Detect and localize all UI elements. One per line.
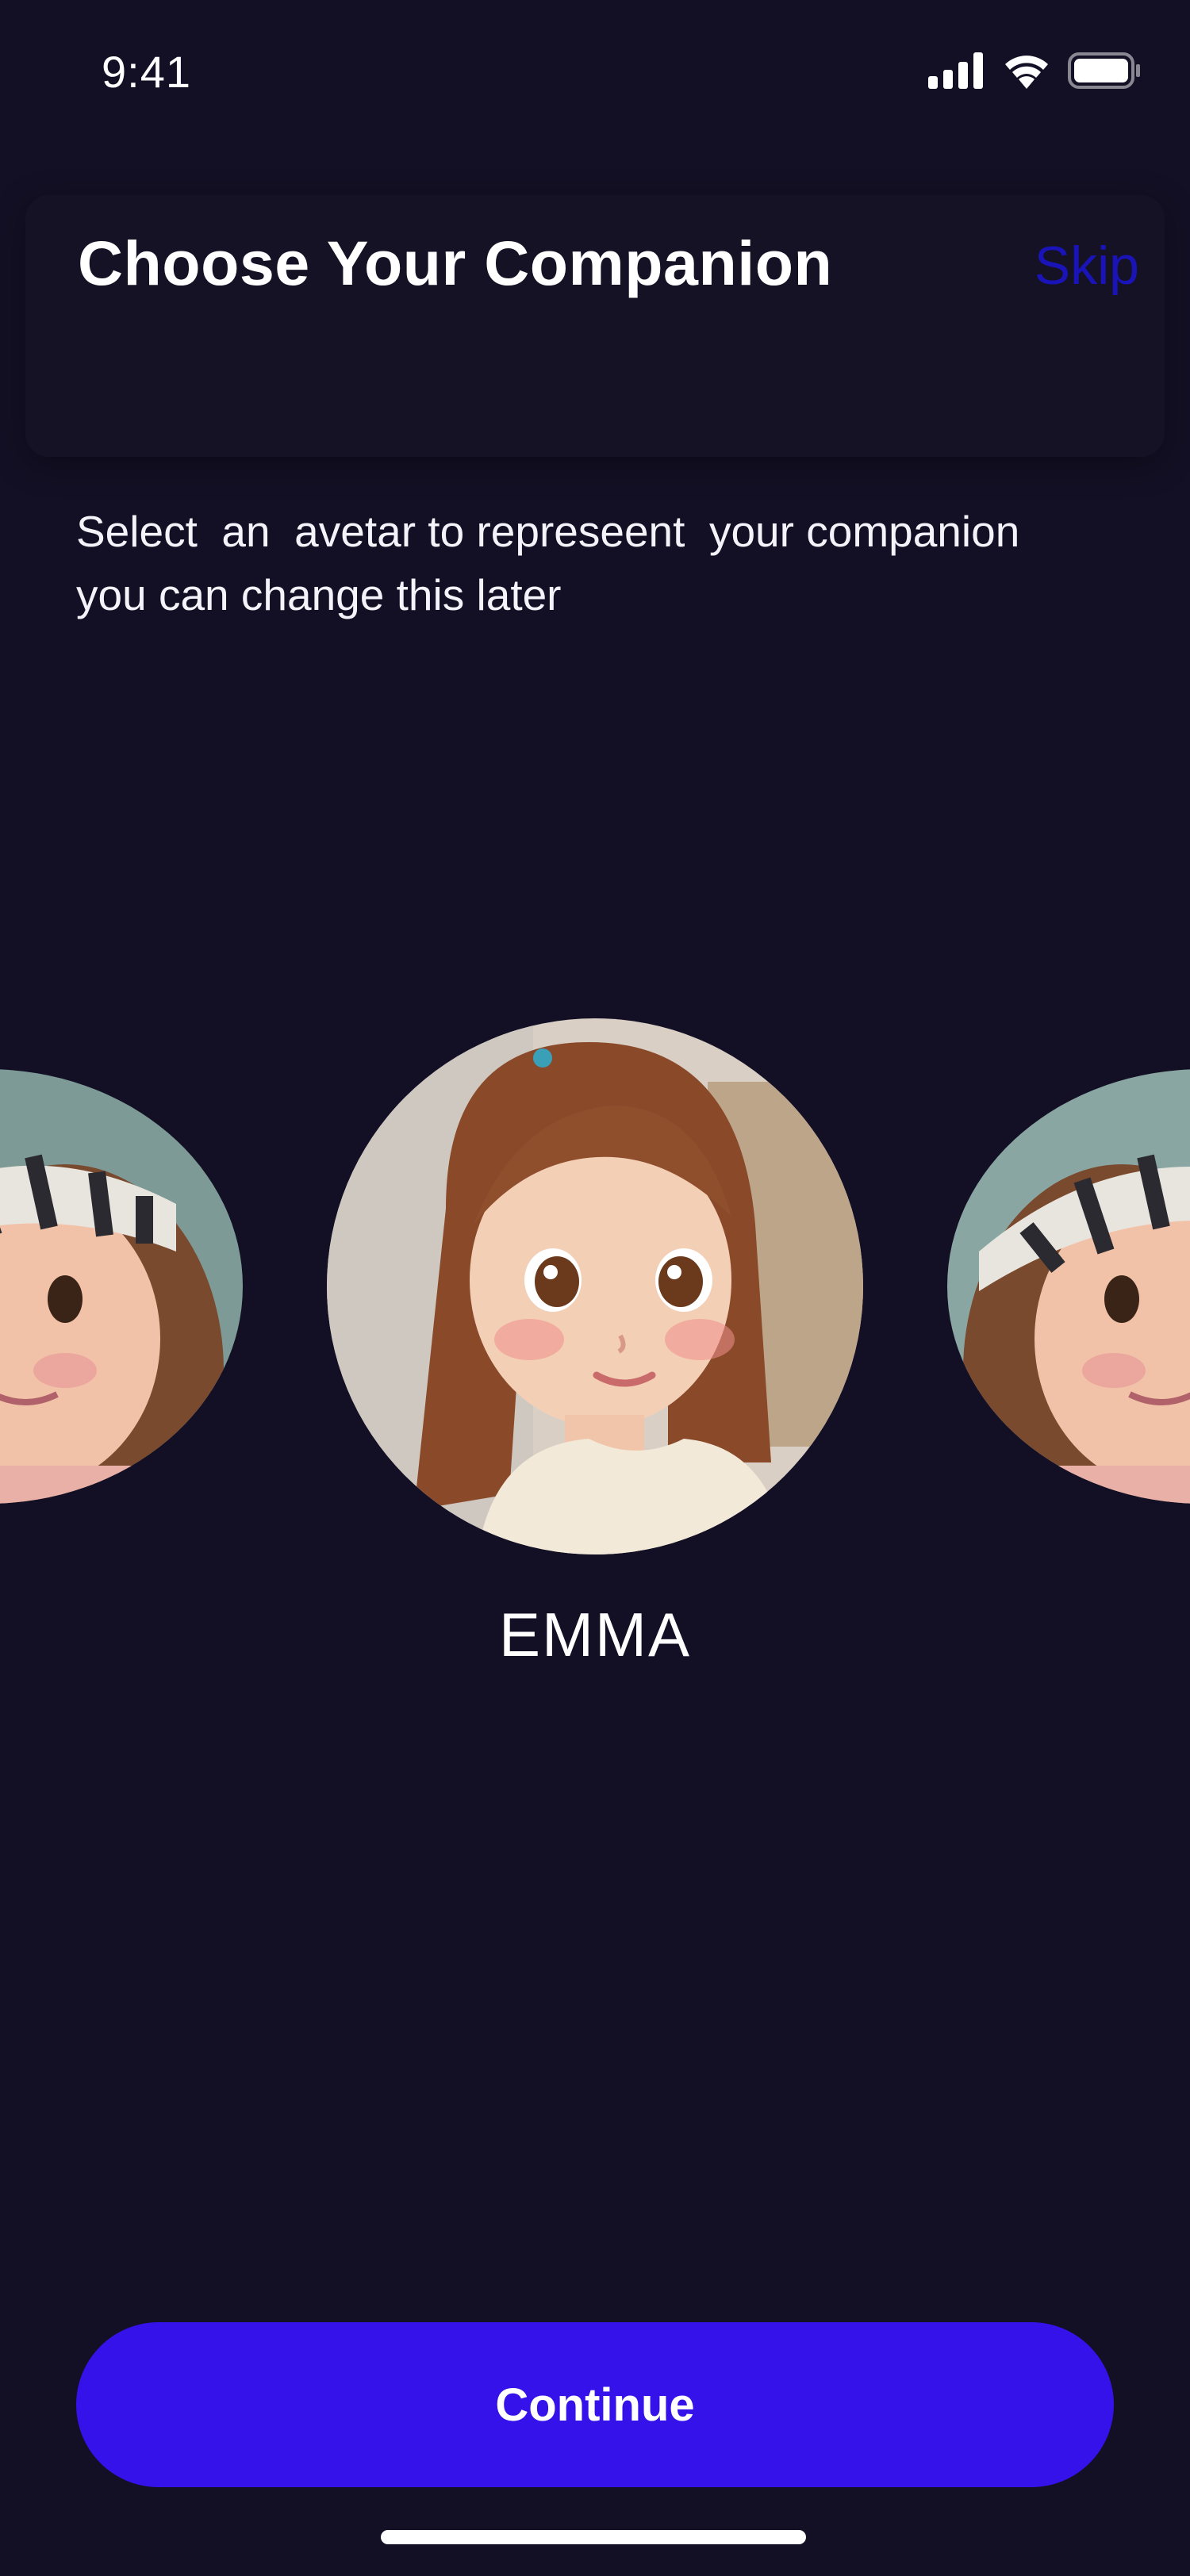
header-card: Choose Your Companion Skip — [25, 195, 1165, 457]
page-title: Choose Your Companion — [78, 228, 833, 298]
status-icons — [928, 52, 1141, 94]
wifi-icon — [1005, 56, 1048, 89]
subtitle-line-2: you can change this later — [76, 570, 562, 619]
onboarding-screen: 9:41 Choose Your Companion Skip Select a… — [0, 0, 1190, 2576]
avatar-image-ponytail-girl — [327, 1018, 863, 1554]
continue-button[interactable]: Continue — [76, 2322, 1114, 2487]
home-indicator — [381, 2530, 806, 2544]
avatar-image-zebra-cap-girl — [947, 1069, 1190, 1504]
avatar-option-previous[interactable] — [0, 1069, 243, 1504]
signal-icon — [928, 52, 983, 89]
status-time: 9:41 — [102, 47, 191, 97]
skip-button[interactable]: Skip — [996, 235, 1139, 297]
subtitle-line-1: Select an avetar to represeent your comp… — [76, 507, 1020, 556]
status-bar: 9:41 — [0, 0, 1190, 151]
page-subtitle: Select an avetar to represeent your comp… — [76, 500, 1123, 627]
battery-icon — [1068, 52, 1140, 89]
selected-avatar-name: EMMA — [499, 1600, 691, 1669]
avatar-option-selected[interactable] — [327, 1018, 863, 1554]
avatar-option-next[interactable] — [947, 1069, 1190, 1504]
avatar-image-zebra-cap-girl — [0, 1069, 243, 1504]
